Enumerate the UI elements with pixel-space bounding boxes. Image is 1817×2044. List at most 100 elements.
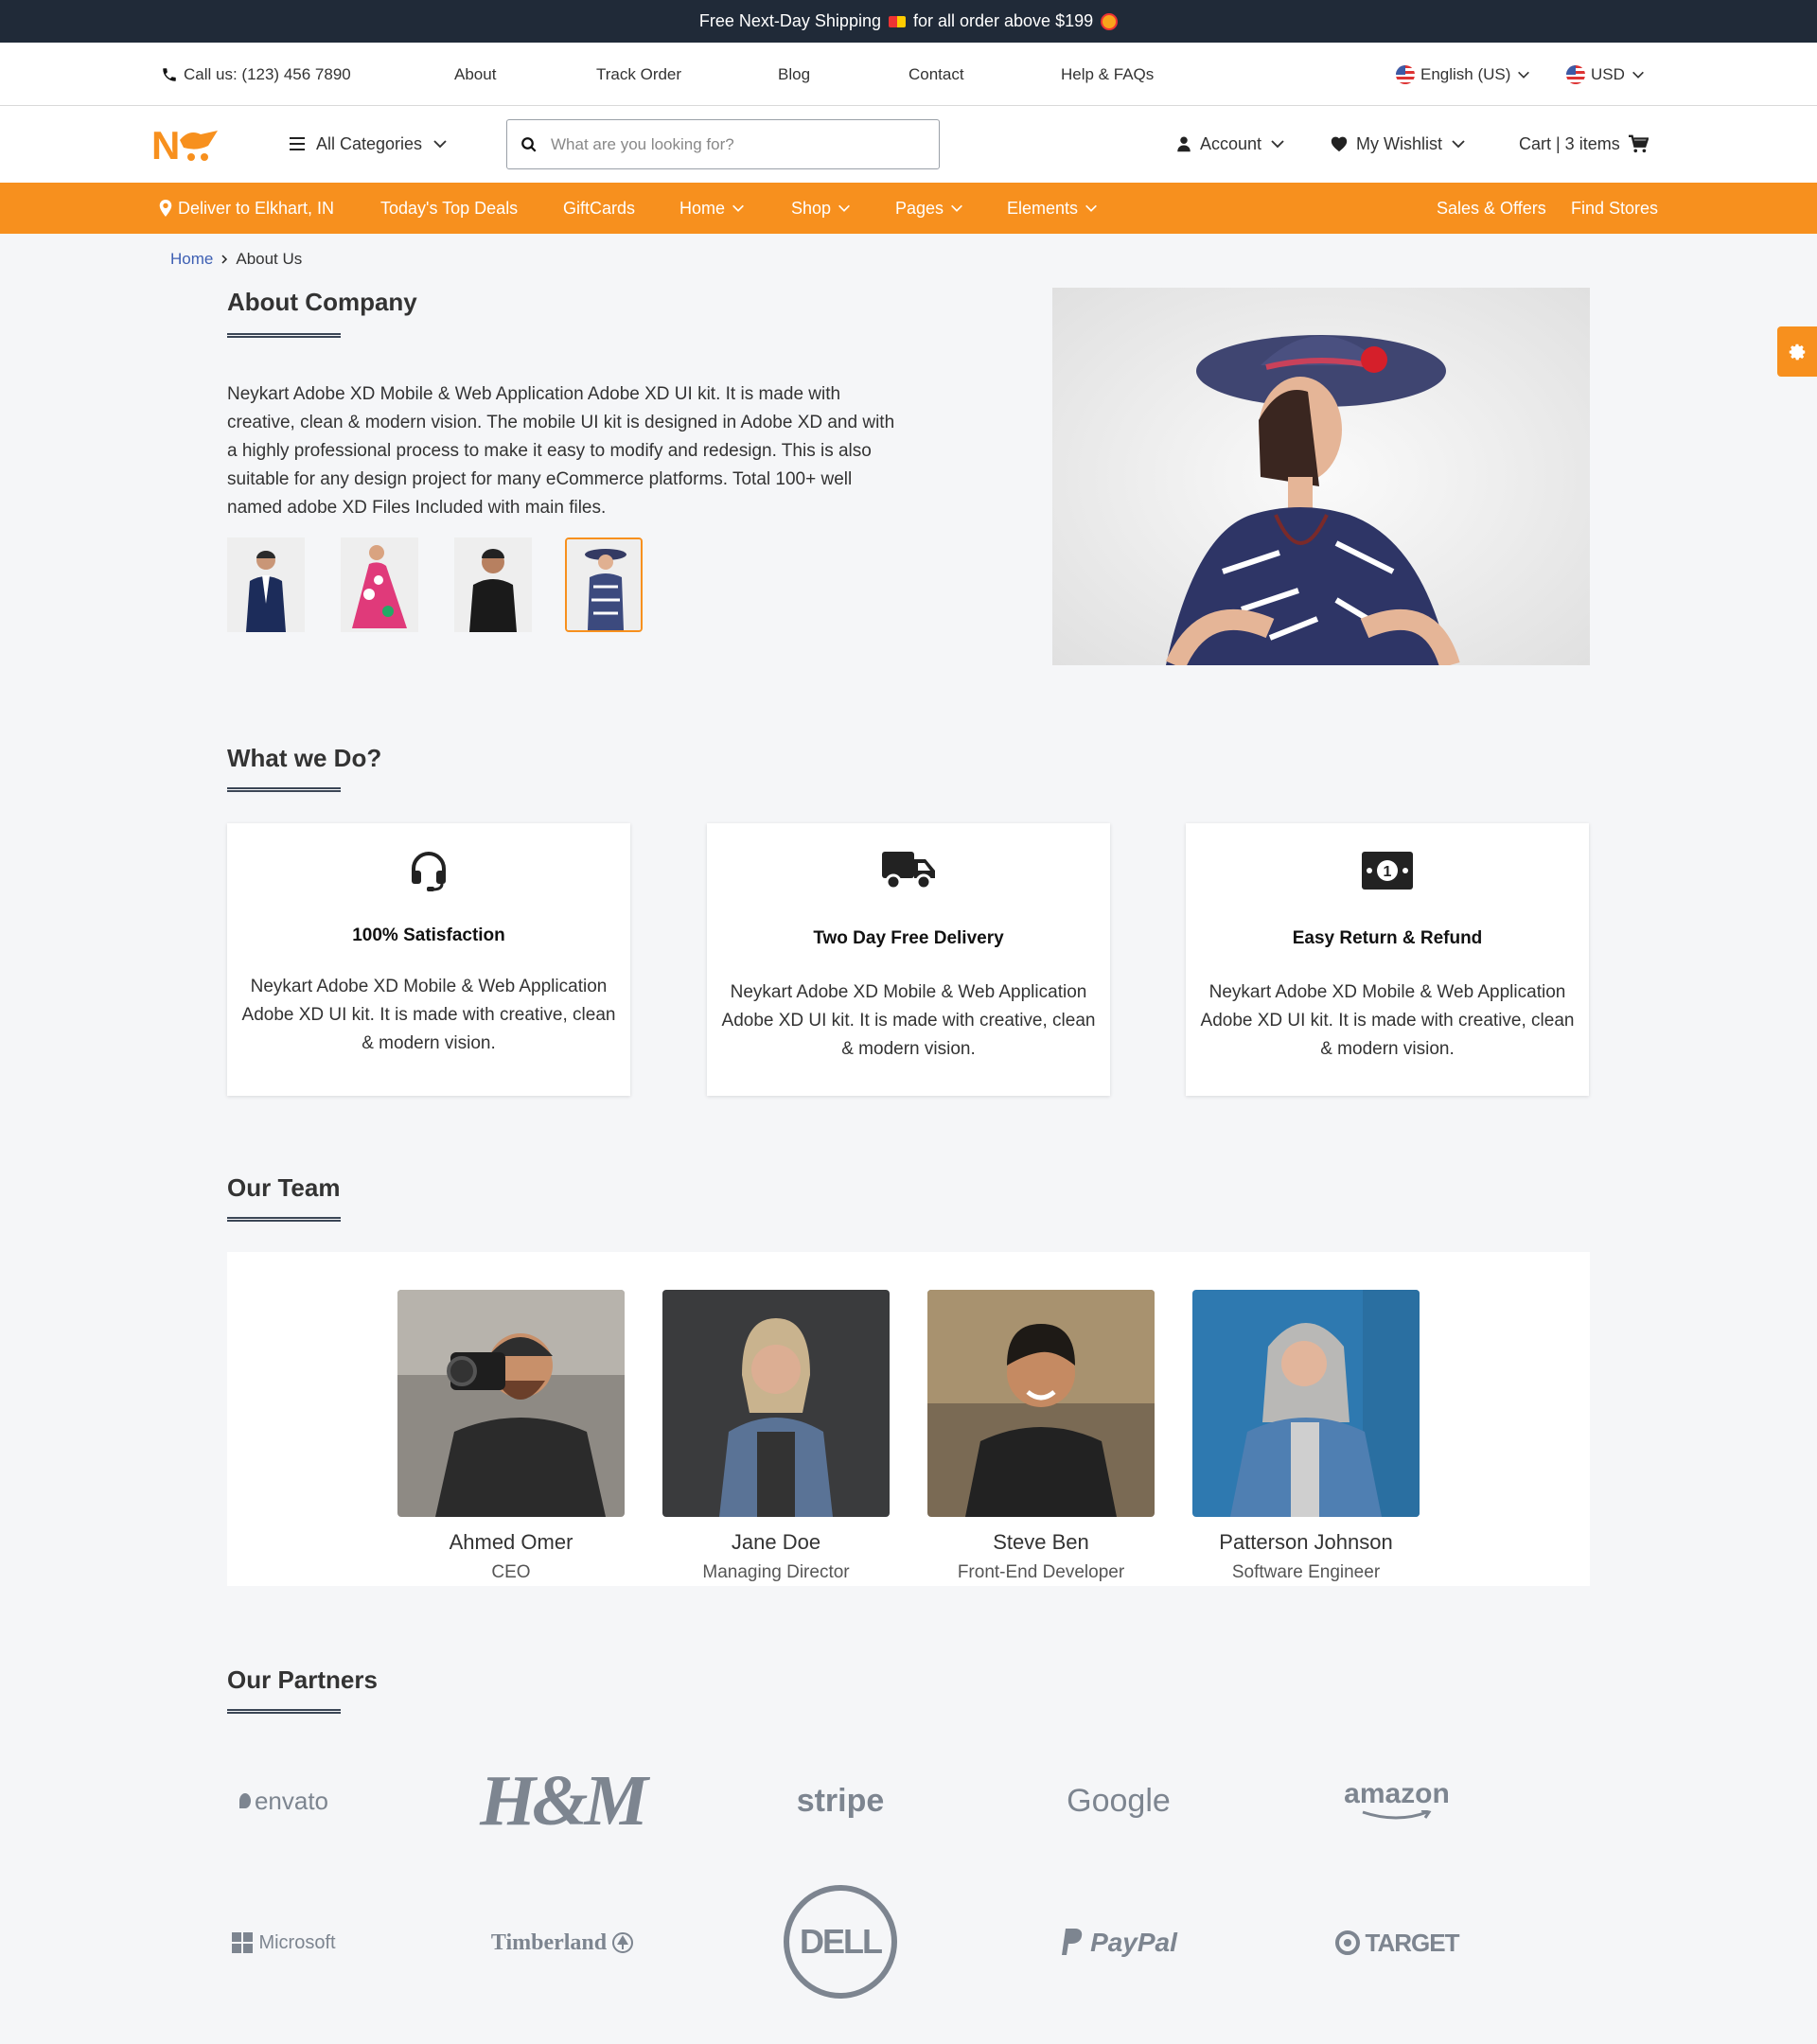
util-link-blog[interactable]: Blog: [778, 43, 810, 106]
partner-logo-google[interactable]: Google: [1043, 1758, 1194, 1843]
amazon-smile-icon: [1362, 1810, 1432, 1820]
partner-logo-paypal[interactable]: PayPal: [1043, 1900, 1194, 1985]
service-card-satisfaction: 100% Satisfaction Neykart Adobe XD Mobil…: [227, 823, 630, 1096]
partner-logo-hm[interactable]: H&M: [480, 1758, 648, 1843]
site-logo[interactable]: N: [151, 121, 223, 167]
nav-pages-label: Pages: [895, 198, 944, 218]
team-member: Jane Doe Managing Director: [662, 1290, 890, 1583]
service-card-refund: 1 Easy Return & Refund Neykart Adobe XD …: [1186, 823, 1589, 1096]
util-link-track-order[interactable]: Track Order: [596, 43, 681, 106]
phone-link[interactable]: Call us: (123) 456 7890: [161, 43, 351, 106]
account-menu[interactable]: Account: [1175, 125, 1286, 163]
service-description: Neykart Adobe XD Mobile & Web Applicatio…: [241, 977, 616, 1053]
chevron-right-icon: [221, 255, 228, 264]
nav-top-deals[interactable]: Today's Top Deals: [380, 183, 518, 234]
chevron-down-icon: [951, 204, 962, 212]
chevron-down-icon: [1518, 71, 1530, 79]
member-role: CEO: [491, 1562, 531, 1582]
thumbnail-boy[interactable]: [454, 537, 532, 632]
currency-label: USD: [1591, 64, 1625, 83]
partner-logo-stripe[interactable]: stripe: [765, 1758, 916, 1843]
partner-logo-dell[interactable]: DELL: [765, 1885, 916, 1999]
partner-logo-text: PayPal: [1090, 1928, 1177, 1957]
service-description: Neykart Adobe XD Mobile & Web Applicatio…: [1200, 982, 1575, 1059]
language-label: English (US): [1420, 64, 1511, 83]
truck-icon: [882, 852, 935, 890]
service-card-delivery: Two Day Free Delivery Neykart Adobe XD M…: [707, 823, 1110, 1096]
deliver-location[interactable]: Deliver to Elkhart, IN: [159, 183, 334, 234]
search-box[interactable]: [506, 119, 940, 169]
all-categories-label: All Categories: [316, 133, 423, 153]
nav-shop-label: Shop: [791, 198, 832, 218]
member-photo: [927, 1290, 1155, 1517]
partner-logo-text: envato: [254, 1786, 329, 1815]
deliver-label: Deliver to Elkhart, IN: [178, 198, 335, 218]
menu-icon: [290, 137, 305, 150]
promo-bar: Free Next-Day Shipping for all order abo…: [0, 0, 1817, 43]
truck-emoji-icon: [888, 15, 906, 27]
util-link-about[interactable]: About: [454, 43, 496, 106]
what-we-do-title: What we Do?: [227, 744, 382, 772]
nav-find-stores[interactable]: Find Stores: [1571, 183, 1658, 234]
nav-home[interactable]: Home: [679, 183, 746, 234]
nav-giftcards[interactable]: GiftCards: [563, 183, 635, 234]
thumbnail-floral-dress[interactable]: [341, 537, 418, 632]
svg-text:1: 1: [1384, 864, 1392, 880]
about-title: About Company: [227, 288, 417, 316]
chevron-down-icon: [1452, 140, 1465, 149]
util-link-help[interactable]: Help & FAQs: [1061, 43, 1154, 106]
partner-logo-text: Timberland: [490, 1929, 608, 1955]
settings-tab[interactable]: [1777, 326, 1817, 377]
service-title: Easy Return & Refund: [1292, 928, 1483, 948]
member-role: Software Engineer: [1231, 1562, 1381, 1582]
search-icon[interactable]: [520, 136, 538, 153]
leaf-icon: [238, 1793, 251, 1808]
chevron-down-icon: [732, 204, 744, 212]
chevron-down-icon: [1632, 71, 1644, 79]
member-name: Steve Ben: [993, 1530, 1089, 1554]
main-nav: Deliver to Elkhart, IN Today's Top Deals…: [0, 183, 1817, 234]
nav-elements[interactable]: Elements: [1007, 183, 1099, 234]
nav-home-label: Home: [679, 198, 726, 218]
windows-icon: [232, 1932, 254, 1953]
search-input[interactable]: [551, 134, 910, 154]
partner-logo-text: amazon: [1344, 1778, 1450, 1809]
thumbnail-woman-hat[interactable]: [565, 537, 643, 632]
wishlist-menu[interactable]: My Wishlist: [1330, 125, 1467, 163]
utility-bar: Call us: (123) 456 7890 About Track Orde…: [0, 43, 1817, 106]
headset-icon: [412, 852, 446, 891]
chevron-down-icon: [1271, 140, 1284, 149]
service-title: Two Day Free Delivery: [813, 928, 1004, 948]
nav-shop[interactable]: Shop: [791, 183, 852, 234]
chevron-down-icon: [433, 140, 447, 149]
money-icon: 1: [1362, 852, 1413, 890]
team-member: Patterson Johnson Software Engineer: [1192, 1290, 1420, 1583]
partners-title-underline: [227, 1709, 341, 1714]
breadcrumb: Home About Us: [170, 250, 302, 269]
cart-label: Cart | 3 items: [1519, 133, 1620, 153]
partner-logo-envato[interactable]: envato: [208, 1758, 360, 1843]
currency-select[interactable]: USD: [1566, 43, 1646, 106]
util-link-contact[interactable]: Contact: [908, 43, 964, 106]
member-photo: [1192, 1290, 1420, 1517]
nav-sales-offers[interactable]: Sales & Offers: [1437, 183, 1546, 234]
promo-text-after: for all order above $199: [912, 11, 1094, 30]
chevron-down-icon: [838, 204, 850, 212]
cart-button[interactable]: Cart | 3 items: [1519, 125, 1649, 163]
about-title-underline: [227, 333, 341, 338]
thumbnail-man-suit[interactable]: [227, 537, 305, 632]
member-name: Jane Doe: [731, 1530, 821, 1554]
all-categories-button[interactable]: All Categories: [290, 125, 449, 163]
svg-text:N: N: [151, 123, 180, 167]
breadcrumb-home[interactable]: Home: [170, 250, 213, 269]
member-role: Managing Director: [702, 1562, 850, 1582]
partner-logo-microsoft[interactable]: Microsoft: [208, 1900, 360, 1985]
partner-logo-timberland[interactable]: Timberland: [486, 1900, 638, 1985]
paypal-p-icon: [1062, 1929, 1083, 1955]
partner-logo-target[interactable]: TARGET: [1321, 1900, 1473, 1985]
nav-pages[interactable]: Pages: [895, 183, 964, 234]
team-member: Ahmed Omer CEO: [397, 1290, 625, 1583]
partner-logo-amazon[interactable]: amazon: [1321, 1756, 1473, 1841]
us-flag-icon: [1566, 64, 1585, 84]
language-select[interactable]: English (US): [1396, 43, 1531, 106]
